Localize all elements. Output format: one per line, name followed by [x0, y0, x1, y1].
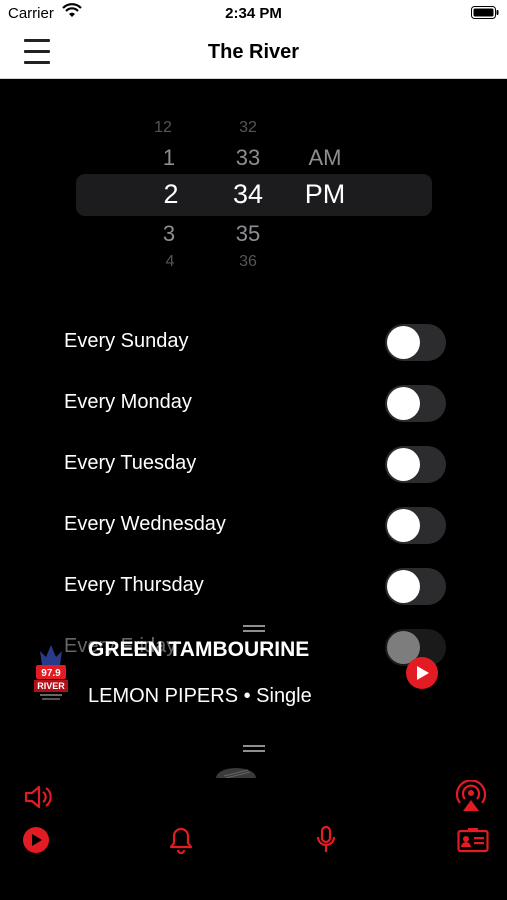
sheet-drag-handle[interactable]	[243, 745, 265, 753]
picker-period-selected[interactable]: PM	[295, 179, 355, 210]
volume-icon[interactable]	[24, 783, 54, 811]
airplay-audio-icon[interactable]	[454, 780, 488, 812]
day-row-thursday: Every Thursday	[64, 556, 454, 617]
toggle-knob	[387, 448, 420, 481]
toggle-knob	[387, 570, 420, 603]
svg-text:RIVER: RIVER	[37, 681, 65, 691]
picker-period-option[interactable]: AM	[295, 145, 355, 171]
play-circle-icon[interactable]	[22, 826, 50, 854]
status-bar: Carrier 2:34 PM	[0, 0, 507, 28]
day-row-tuesday: Every Tuesday	[64, 434, 454, 495]
mini-player-play-button[interactable]	[406, 657, 438, 689]
picker-hour-option[interactable]: 1	[139, 145, 199, 171]
wednesday-toggle[interactable]	[385, 507, 446, 544]
picker-hour-option[interactable]: 12	[133, 119, 193, 137]
bottom-toolbar	[0, 780, 507, 900]
page-title: The River	[207, 41, 300, 63]
monday-toggle[interactable]	[385, 385, 446, 422]
day-label: Every Thursday	[64, 574, 204, 596]
microphone-icon[interactable]	[315, 825, 337, 855]
navigation-bar: The River	[0, 28, 507, 79]
picker-minute-option[interactable]: 32	[218, 119, 278, 137]
day-label: Every Tuesday	[64, 452, 197, 474]
now-playing-subtitle: LEMON PIPERS • Single	[88, 685, 312, 707]
sunday-toggle[interactable]	[385, 324, 446, 361]
day-row-sunday: Every Sunday	[64, 312, 454, 373]
thursday-toggle[interactable]	[385, 568, 446, 605]
status-time: 2:34 PM	[225, 5, 282, 22]
day-label: Every Wednesday	[64, 513, 226, 535]
picker-hour-option[interactable]: 3	[139, 221, 199, 247]
picker-minute-option[interactable]: 36	[218, 253, 278, 271]
now-playing-title: GREEN TAMBOURINE	[88, 638, 310, 661]
picker-hour-selected[interactable]: 2	[141, 179, 201, 210]
picker-hour-option[interactable]: 4	[140, 253, 200, 271]
play-icon	[417, 666, 429, 680]
battery-icon	[471, 6, 499, 19]
time-picker[interactable]: 12 1 2 3 4 32 33 34 35 36 AM PM	[0, 115, 507, 275]
day-label: Every Monday	[64, 391, 192, 413]
tuesday-toggle[interactable]	[385, 446, 446, 483]
artwork-peek	[216, 768, 256, 778]
player-drag-handle[interactable]	[243, 625, 265, 633]
station-logo-artwork: 97.9 RIVER	[34, 645, 68, 700]
day-row-monday: Every Monday	[64, 373, 454, 434]
alarm-bell-icon[interactable]	[169, 826, 193, 854]
toggle-knob	[387, 326, 420, 359]
svg-text:97.9: 97.9	[41, 668, 61, 679]
picker-minute-selected[interactable]: 34	[218, 179, 278, 210]
day-row-wednesday: Every Wednesday	[64, 495, 454, 556]
toggle-knob	[387, 387, 420, 420]
day-label: Every Sunday	[64, 330, 189, 352]
picker-minute-option[interactable]: 35	[218, 221, 278, 247]
toggle-knob	[387, 509, 420, 542]
picker-minute-option[interactable]: 33	[218, 145, 278, 171]
contact-card-icon[interactable]	[457, 827, 489, 853]
